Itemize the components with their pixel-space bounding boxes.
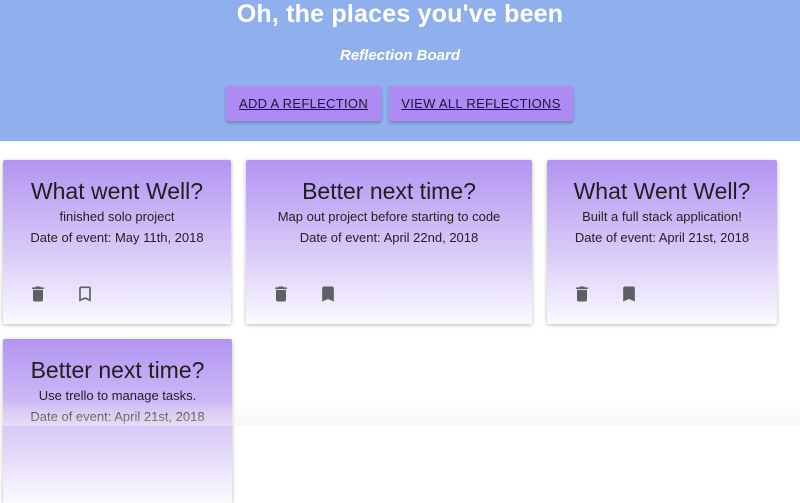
trash-icon[interactable] <box>28 284 48 304</box>
header: Oh, the places you've been Reflection Bo… <box>0 0 800 141</box>
card-date: Date of event: May 11th, 2018 <box>30 230 204 245</box>
card-description: Map out project before starting to code <box>277 209 501 224</box>
card-title: What went Well? <box>30 178 204 204</box>
card-title: What Went Well? <box>573 178 751 204</box>
card-description: Built a full stack application! <box>582 209 742 224</box>
card-description: finished solo project <box>59 209 175 224</box>
view-all-reflections-button[interactable]: VIEW ALL REFLECTIONS <box>389 86 573 121</box>
page-title: Oh, the places you've been <box>236 0 564 28</box>
card-date: Date of event: April 22nd, 2018 <box>299 230 479 245</box>
reflection-card: Better next time? Map out project before… <box>246 160 532 324</box>
bookmark-icon[interactable] <box>318 284 338 304</box>
trash-icon[interactable] <box>572 284 592 304</box>
card-date: Date of event: April 21st, 2018 <box>30 409 205 424</box>
reflection-card: Better next time? Use trello to manage t… <box>3 339 232 503</box>
trash-icon[interactable] <box>271 284 291 304</box>
reflection-card: What Went Well? Built a full stack appli… <box>547 160 777 324</box>
bookmark-icon[interactable] <box>619 284 639 304</box>
board-subtitle: Reflection Board <box>339 47 460 64</box>
reflection-card: What went Well? finished solo project Da… <box>3 160 231 324</box>
card-title: Better next time? <box>302 178 476 204</box>
card-title: Better next time? <box>30 357 205 383</box>
add-reflection-button[interactable]: ADD A REFLECTION <box>226 86 381 121</box>
card-date: Date of event: April 21st, 2018 <box>574 230 750 245</box>
card-description: Use trello to manage tasks. <box>38 388 197 403</box>
bookmark-outline-icon[interactable] <box>75 284 95 304</box>
